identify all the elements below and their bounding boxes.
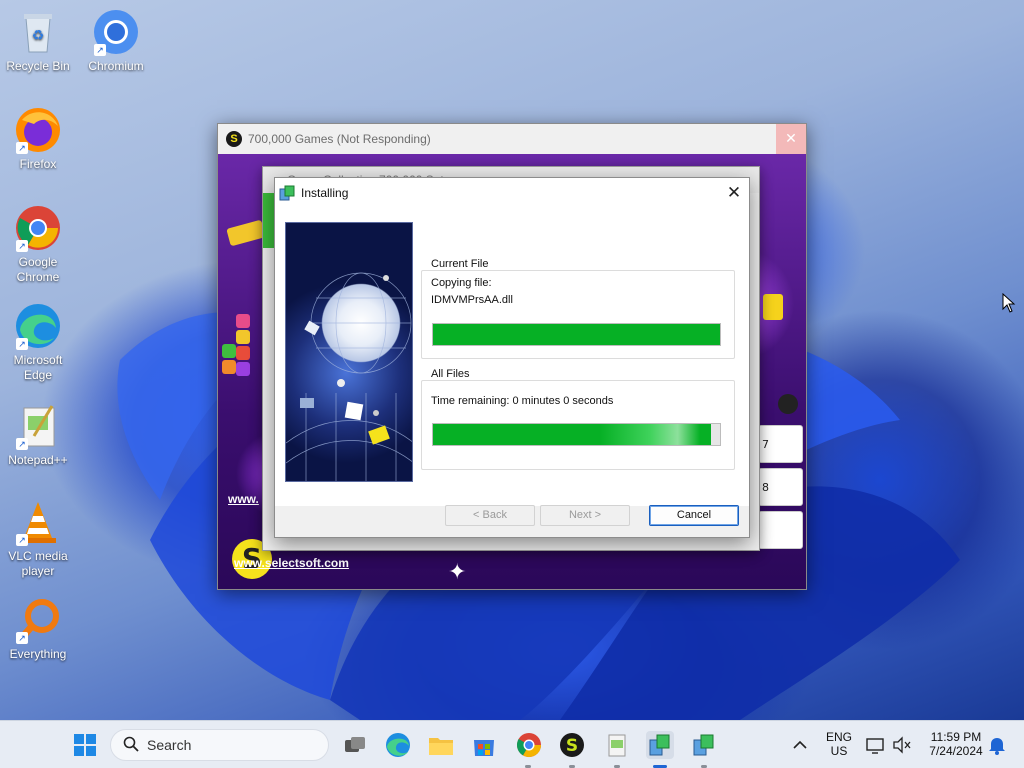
installing-dialog-titlebar[interactable]: Installing ✕	[275, 178, 749, 208]
mouse-cursor	[1002, 292, 1016, 316]
game-window-close-button[interactable]: ✕	[776, 124, 806, 154]
installer-app-icon	[649, 734, 670, 756]
windows-logo-icon	[74, 734, 96, 756]
desktop-icon-label: VLC media player	[8, 549, 68, 578]
svg-text:♻: ♻	[32, 27, 45, 43]
desktop-icon-everything[interactable]: ↗ Everything	[0, 596, 76, 662]
language-indicator[interactable]: ENG US	[822, 730, 856, 758]
installer-app-icon	[693, 734, 714, 756]
notepad-plus-plus-icon: ↗	[14, 402, 62, 450]
volume-muted-icon	[893, 736, 911, 754]
show-hidden-icons-button[interactable]	[788, 731, 812, 759]
desktop-icon-label: Notepad++	[8, 453, 68, 467]
taskbar-installer-2[interactable]	[690, 731, 718, 759]
bell-icon	[989, 738, 1005, 755]
installing-dialog[interactable]: Installing ✕ Current File Copying file: …	[274, 177, 750, 538]
task-view-button[interactable]	[341, 731, 369, 759]
cancel-button[interactable]: Cancel	[649, 505, 739, 526]
desktop-icon-recycle-bin[interactable]: ♻ Recycle Bin	[0, 8, 76, 74]
taskbar-search-box[interactable]: Search	[110, 729, 329, 761]
task-view-icon	[345, 737, 365, 752]
desktop-icon-label: Microsoft Edge	[13, 353, 63, 382]
chrome-icon	[516, 733, 541, 758]
chevron-up-icon	[793, 740, 807, 749]
edge-icon: ↗	[14, 302, 62, 350]
shortcut-arrow-icon: ↗	[16, 438, 28, 450]
taskbar-chrome[interactable]	[515, 731, 543, 759]
current-filename: IDMVMPrsAA.dll	[431, 294, 513, 306]
selectsoft-logo-icon: S	[560, 733, 584, 757]
desktop-icon-label: Recycle Bin	[6, 59, 70, 73]
store-icon	[474, 740, 494, 756]
game-window-title: 700,000 Games (Not Responding)	[248, 132, 431, 146]
desktop-icon-microsoft-edge[interactable]: ↗ Microsoft Edge	[0, 302, 76, 383]
installing-dialog-body: Current File Copying file: IDMVMPrsAA.dl…	[275, 208, 749, 506]
everything-search-icon: ↗	[14, 596, 62, 644]
shortcut-arrow-icon: ↗	[16, 142, 28, 154]
language-code: ENG	[825, 730, 852, 744]
shortcut-arrow-icon: ↗	[16, 632, 28, 644]
desktop-icon-label: Google Chrome	[16, 255, 60, 284]
taskbar-selectsoft-app[interactable]: S	[558, 731, 586, 759]
desktop-icon-firefox[interactable]: ↗ Firefox	[0, 106, 76, 172]
clock-date: 7/24/2024	[929, 744, 983, 758]
svg-text:✦: ✦	[448, 560, 466, 585]
game-window-titlebar[interactable]: S 700,000 Games (Not Responding)	[218, 124, 806, 154]
desktop-icon-label: Chromium	[88, 59, 144, 73]
shortcut-arrow-icon: ↗	[94, 44, 106, 56]
notifications-button[interactable]	[986, 731, 1008, 759]
installer-app-icon	[279, 185, 295, 201]
all-files-progress-fill	[433, 424, 712, 445]
taskbar-file-explorer[interactable]	[427, 731, 455, 759]
copying-file-text: Copying file:	[431, 277, 492, 289]
volume-status[interactable]	[890, 731, 914, 759]
notepad-plus-plus-icon	[608, 734, 626, 757]
back-button[interactable]: < Back	[445, 505, 535, 526]
vlc-cone-icon: ↗	[14, 498, 62, 546]
shortcut-arrow-icon: ↗	[16, 338, 28, 350]
start-button[interactable]	[71, 731, 99, 759]
search-placeholder: Search	[147, 737, 192, 753]
desktop-icon-label: Firefox	[19, 157, 57, 171]
taskbar-notepad-plus-plus[interactable]	[603, 731, 631, 759]
recycle-bin-icon: ♻	[14, 8, 62, 56]
desktop-icon-chromium[interactable]: ↗ Chromium	[78, 8, 154, 74]
desktop-icon-label: Everything	[9, 647, 67, 661]
taskbar-edge[interactable]	[384, 731, 412, 759]
network-status[interactable]	[864, 731, 888, 759]
region-code: US	[830, 744, 848, 758]
clock[interactable]: 11:59 PM 7/24/2024	[918, 730, 994, 758]
desktop-icon-notepad-plus-plus[interactable]: ↗ Notepad++	[0, 402, 76, 468]
svg-text:S: S	[566, 736, 578, 756]
current-file-label: Current File	[429, 258, 491, 270]
installer-globe-image	[285, 222, 413, 482]
desktop-icon-vlc[interactable]: ↗ VLC media player	[0, 498, 76, 579]
edge-icon	[386, 733, 410, 757]
desktop-icon-google-chrome[interactable]: ↗ Google Chrome	[0, 204, 76, 285]
installing-dialog-title: Installing	[301, 186, 349, 200]
all-files-label: All Files	[429, 368, 472, 380]
network-icon	[866, 738, 884, 754]
current-file-progress-bar	[432, 323, 721, 346]
taskbar-installer-active[interactable]	[646, 731, 674, 759]
firefox-icon: ↗	[14, 106, 62, 154]
taskbar: Search S ENG US 11:59 PM 7/24/2024	[0, 720, 1024, 768]
shortcut-arrow-icon: ↗	[16, 534, 28, 546]
time-remaining-text: Time remaining: 0 minutes 0 seconds	[431, 395, 614, 407]
folder-icon	[429, 738, 453, 755]
shortcut-arrow-icon: ↗	[16, 240, 28, 252]
chromium-icon: ↗	[92, 8, 140, 56]
selectsoft-logo-icon: S	[226, 131, 242, 147]
next-button[interactable]: Next >	[540, 505, 630, 526]
chrome-icon: ↗	[14, 204, 62, 252]
clock-time: 11:59 PM	[930, 730, 982, 744]
search-icon	[123, 736, 139, 755]
all-files-progress-bar	[432, 423, 721, 446]
taskbar-microsoft-store[interactable]	[470, 731, 498, 759]
dialog-close-button[interactable]: ✕	[719, 178, 749, 208]
current-file-progress-fill	[433, 324, 720, 345]
